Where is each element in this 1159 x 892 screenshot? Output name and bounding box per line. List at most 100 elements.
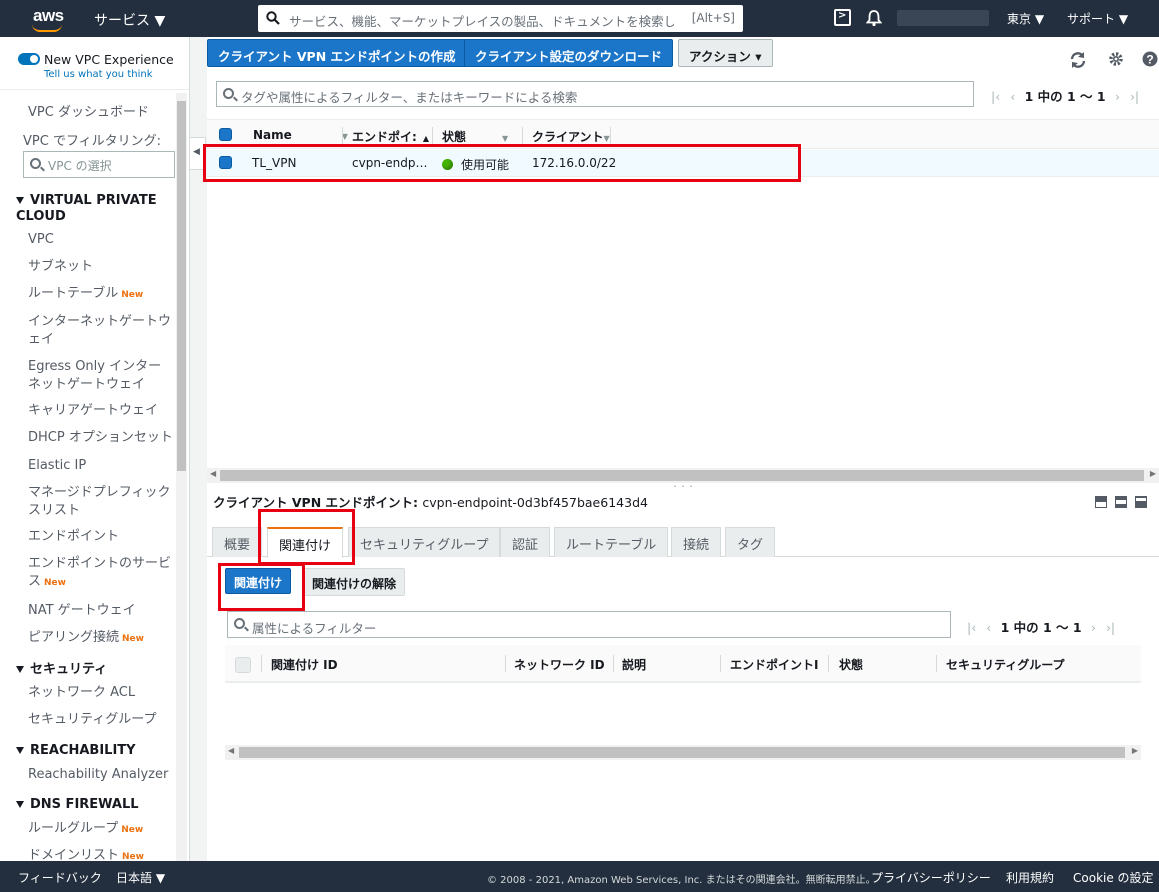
sidebar: New VPC Experience Tell us what you thin… — [0, 37, 190, 861]
sidebar-item-internet-gateways[interactable]: インターネットゲートウェイ — [28, 313, 173, 349]
aws-logo[interactable]: aws — [20, 4, 70, 32]
sidebar-item-subnets[interactable]: サブネット — [28, 258, 173, 276]
sidebar-item-dhcp-options[interactable]: DHCP オプションセット — [28, 429, 173, 447]
tab-tags[interactable]: タグ — [725, 527, 776, 557]
column-association-id[interactable]: 関連付け ID — [271, 656, 338, 673]
tab-security-groups[interactable]: セキュリティグループ — [348, 527, 501, 557]
section-dns-firewall[interactable]: DNS FIREWALL — [16, 797, 139, 813]
sidebar-item-rule-groups[interactable]: ルールグループ New — [28, 820, 173, 839]
detail-pagination: |‹ ‹ 1 中の 1 〜 1 › ›| — [967, 620, 1116, 635]
search-icon — [266, 11, 280, 25]
sidebar-item-security-groups[interactable]: セキュリティグループ — [28, 711, 173, 729]
vpc-filter-select[interactable]: VPC の選択 — [23, 151, 175, 178]
association-filter-input[interactable]: 属性によるフィルター — [227, 611, 951, 638]
list-horizontal-scrollbar[interactable]: ◀ ▶ — [207, 468, 1159, 483]
column-security-groups[interactable]: セキュリティグループ — [946, 656, 1065, 673]
pane-splitter[interactable]: ・・・ — [207, 483, 1159, 491]
column-network-id[interactable]: ネットワーク ID — [514, 656, 605, 673]
terms-link[interactable]: 利用規約 — [1006, 869, 1054, 886]
create-endpoint-button[interactable]: クライアント VPN エンドポイントの作成 — [207, 39, 467, 67]
tab-summary[interactable]: 概要 — [212, 527, 263, 557]
column-description[interactable]: 説明 — [622, 656, 646, 673]
highlight-selected-row — [203, 144, 801, 182]
language-selector[interactable]: 日本語 ▼ — [116, 869, 165, 886]
sidebar-item-endpoints[interactable]: エンドポイント — [28, 528, 173, 546]
column-client[interactable]: クライアント▼ — [532, 128, 610, 145]
sidebar-item-reachability-analyzer[interactable]: Reachability Analyzer — [28, 766, 173, 784]
main-content: クライアント VPN エンドポイントの作成 クライアント設定のダウンロード アク… — [203, 37, 1159, 861]
highlight-associations-tab — [258, 509, 355, 565]
download-config-button[interactable]: クライアント設定のダウンロード — [464, 39, 674, 67]
layout-split-icon[interactable] — [1115, 496, 1127, 508]
sidebar-item-route-tables[interactable]: ルートテーブル New — [28, 285, 173, 304]
tab-authorization[interactable]: 認証 — [500, 527, 551, 557]
gear-icon[interactable] — [1108, 51, 1124, 67]
next-page-icon[interactable]: › — [1115, 89, 1120, 104]
cloudshell-icon[interactable]: > — [834, 9, 851, 26]
new-experience-toggle[interactable] — [18, 53, 40, 65]
sidebar-scrollbar[interactable] — [176, 93, 187, 861]
services-menu[interactable]: サービス ▼ — [94, 10, 165, 30]
select-all-checkbox[interactable] — [235, 657, 251, 673]
actions-button[interactable]: アクション ▾ — [678, 39, 773, 67]
account-menu[interactable] — [897, 10, 989, 26]
select-all-checkbox[interactable] — [219, 128, 232, 141]
sidebar-item-network-acls[interactable]: ネットワーク ACL — [28, 684, 173, 702]
endpoint-filter-input[interactable]: タグや属性によるフィルター、またはキーワードによる検索 — [216, 81, 974, 107]
toggle-label: New VPC Experience — [44, 52, 174, 67]
search-shortcut: [Alt+S] — [691, 11, 735, 25]
help-icon[interactable]: ? — [1142, 51, 1158, 67]
first-page-icon[interactable]: |‹ — [967, 620, 976, 635]
svg-text:?: ? — [1146, 53, 1153, 67]
sidebar-item-prefix-lists[interactable]: マネージドプレフィックスリスト — [28, 484, 173, 520]
footer: フィードバック 日本語 ▼ © 2008 - 2021, Amazon Web … — [0, 861, 1159, 892]
privacy-link[interactable]: プライバシーポリシー — [871, 869, 991, 886]
first-page-icon[interactable]: |‹ — [991, 89, 1000, 104]
detail-horizontal-scrollbar[interactable]: ◀ ▶ — [225, 745, 1141, 760]
vpc-filter-label: VPC でフィルタリング: — [23, 134, 162, 149]
prev-page-icon[interactable]: ‹ — [1010, 89, 1015, 104]
bell-icon[interactable] — [866, 9, 882, 27]
feedback-link[interactable]: Tell us what you think — [44, 69, 153, 80]
layout-bottom-icon[interactable] — [1095, 496, 1107, 508]
section-virtual-private-cloud[interactable]: VIRTUAL PRIVATE CLOUD — [16, 193, 166, 225]
sidebar-item-nat-gateways[interactable]: NAT ゲートウェイ — [28, 602, 173, 620]
refresh-icon[interactable] — [1069, 51, 1087, 69]
sidebar-item-vpc[interactable]: VPC — [28, 231, 173, 249]
tab-connections[interactable]: 接続 — [671, 527, 722, 557]
search-icon — [234, 618, 245, 629]
section-reachability[interactable]: REACHABILITY — [16, 743, 136, 759]
next-page-icon[interactable]: › — [1091, 620, 1096, 635]
disassociate-button[interactable]: 関連付けの解除 — [303, 568, 406, 596]
sidebar-item-carrier-gateways[interactable]: キャリアゲートウェイ — [28, 402, 173, 420]
global-search-input[interactable]: サービス、機能、マーケットプレイスの製品、ドキュメントを検索し [Alt+S] — [258, 5, 743, 32]
last-page-icon[interactable]: ›| — [1130, 89, 1139, 104]
column-endpoint[interactable]: エンドポイ: ▲ — [352, 128, 429, 145]
column-state[interactable]: 状態 — [839, 656, 863, 673]
prev-page-icon[interactable]: ‹ — [986, 620, 991, 635]
sidebar-item-endpoint-services[interactable]: エンドポイントのサービス New — [28, 555, 173, 592]
layout-side-icon[interactable] — [1135, 496, 1147, 508]
search-icon — [30, 158, 41, 169]
new-badge: New — [121, 825, 144, 835]
new-badge: New — [122, 852, 144, 861]
tab-route-table[interactable]: ルートテーブル — [554, 527, 669, 557]
sidebar-item-elastic-ip[interactable]: Elastic IP — [28, 457, 173, 475]
feedback-link[interactable]: フィードバック — [18, 869, 102, 886]
sidebar-item-peering[interactable]: ピアリング接続 New — [28, 629, 173, 648]
chevron-left-icon: ◀ — [193, 147, 200, 157]
support-menu[interactable]: サポート ▼ — [1067, 10, 1128, 27]
cookie-link[interactable]: Cookie の設定 — [1073, 869, 1154, 886]
last-page-icon[interactable]: ›| — [1106, 620, 1115, 635]
sidebar-item-egress-only-gateways[interactable]: Egress Only インターネットゲートウェイ — [28, 358, 173, 394]
column-endpoint-id[interactable]: エンドポイントI — [730, 656, 820, 673]
section-security[interactable]: セキュリティ — [16, 662, 107, 678]
list-pagination: |‹ ‹ 1 中の 1 〜 1 › ›| — [991, 89, 1140, 104]
sidebar-item-domain-lists[interactable]: ドメインリスト New — [28, 847, 173, 861]
column-name[interactable]: Name ▼ — [253, 128, 348, 142]
region-selector[interactable]: 東京 ▼ — [1007, 10, 1044, 27]
sidebar-item-dashboard[interactable]: VPC ダッシュボード — [28, 104, 173, 122]
association-table-header: 関連付け ID ネットワーク ID 説明 エンドポイントI 状態 セキュリティグ… — [225, 645, 1141, 683]
search-placeholder: サービス、機能、マーケットプレイスの製品、ドキュメントを検索し — [289, 14, 674, 29]
column-status[interactable]: 状態 ▼ — [442, 128, 508, 145]
